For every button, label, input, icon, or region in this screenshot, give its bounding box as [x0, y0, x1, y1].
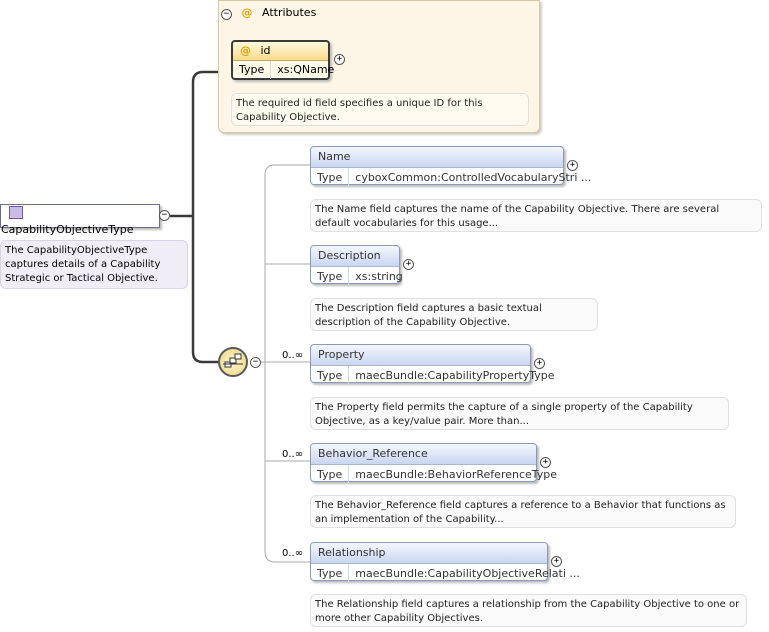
- element-behavior-reference-title: Behavior_Reference: [311, 444, 536, 465]
- element-description-box[interactable]: Description Type xs:string: [310, 245, 403, 286]
- type-label: Type: [311, 168, 350, 187]
- type-label: Type: [311, 564, 350, 583]
- element-description-title: Description: [311, 246, 399, 267]
- sequence-compositor-icon[interactable]: [218, 347, 248, 377]
- attributes-header: − @ Attributes: [221, 6, 316, 22]
- attribute-id-box[interactable]: @ id Type xs:QName: [231, 40, 334, 80]
- attribute-icon: @: [240, 44, 251, 57]
- element-property-description: The Property field permits the capture o…: [310, 397, 729, 430]
- attribute-name: id: [260, 44, 271, 57]
- attribute-icon: @: [241, 6, 253, 19]
- element-property-title: Property: [311, 345, 530, 366]
- type-value: maecBundle:CapabilityObjectiveRelati ...: [355, 567, 580, 580]
- expand-icon[interactable]: +: [334, 54, 345, 65]
- element-name-title: Name: [311, 147, 563, 168]
- type-value: cyboxCommon:ControlledVocabularyStri ...: [355, 171, 592, 184]
- type-value: maecBundle:CapabilityPropertyType: [355, 369, 555, 382]
- root-type-name: CapabilityObjectiveType: [1, 222, 134, 236]
- element-behavior-reference-description: The Behavior_Reference field captures a …: [310, 495, 736, 528]
- element-relationship-title: Relationship: [311, 543, 547, 564]
- attributes-label: Attributes: [262, 6, 317, 19]
- collapse-icon[interactable]: −: [159, 210, 170, 221]
- attribute-description: The required id field specifies a unique…: [231, 93, 529, 126]
- complex-type-icon: [9, 205, 23, 219]
- type-value: xs:QName: [277, 63, 335, 76]
- element-name-description: The Name field captures the name of the …: [310, 199, 762, 232]
- element-relationship-description: The Relationship field captures a relati…: [310, 594, 747, 627]
- element-behavior-reference-box[interactable]: Behavior_Reference Type maecBundle:Behavi…: [310, 443, 557, 484]
- expand-icon[interactable]: +: [534, 358, 545, 369]
- type-value: maecBundle:BehaviorReferenceType: [355, 468, 558, 481]
- root-type-box[interactable]: CapabilityObjectiveType: [0, 204, 160, 236]
- collapse-icon[interactable]: −: [250, 357, 261, 368]
- type-label: Type: [311, 366, 350, 385]
- cardinality-label: 0..∞: [282, 350, 304, 361]
- cardinality-label: 0..∞: [282, 548, 304, 559]
- cardinality-label: 0..∞: [282, 449, 304, 460]
- root-description: The CapabilityObjectiveType captures det…: [0, 240, 188, 289]
- collapse-icon[interactable]: −: [221, 9, 232, 20]
- expand-icon[interactable]: +: [403, 259, 414, 270]
- type-value: xs:string: [355, 270, 403, 283]
- expand-icon[interactable]: +: [551, 556, 562, 567]
- element-relationship-box[interactable]: Relationship Type maecBundle:CapabilityOb…: [310, 542, 580, 583]
- element-property-box[interactable]: Property Type maecBundle:CapabilityProper…: [310, 344, 554, 385]
- type-label: Type: [311, 267, 350, 286]
- expand-icon[interactable]: +: [567, 160, 578, 171]
- element-name-box[interactable]: Name Type cyboxCommon:ControlledVocabular…: [310, 146, 591, 187]
- element-description-description: The Description field captures a basic t…: [310, 298, 598, 331]
- type-label: Type: [233, 61, 272, 79]
- expand-icon[interactable]: +: [540, 457, 551, 468]
- type-label: Type: [311, 465, 350, 484]
